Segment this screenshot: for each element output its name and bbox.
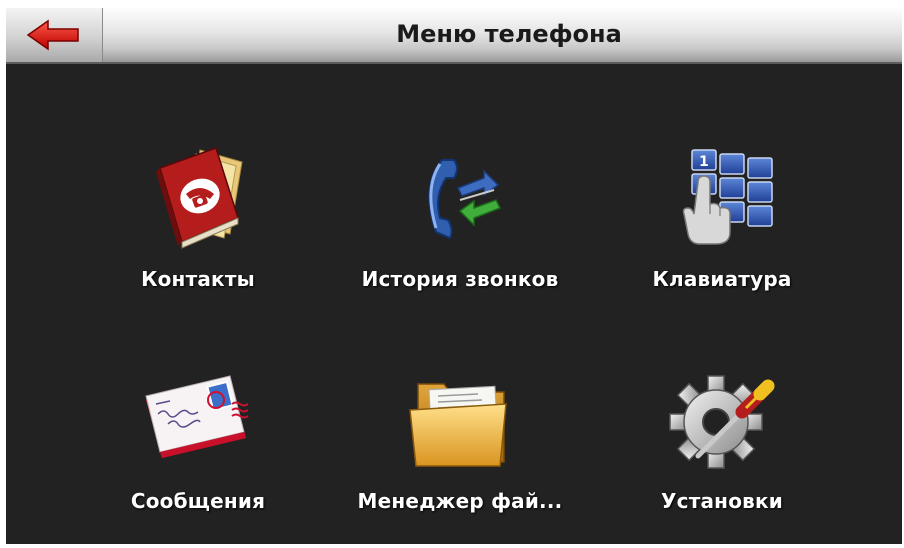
page-title: Меню телефона <box>396 20 622 48</box>
menu-item-file-manager[interactable]: Менеджер фай... <box>350 364 570 544</box>
menu-item-messages[interactable]: Сообщения <box>88 364 308 544</box>
gear-screwdriver-icon <box>662 364 782 474</box>
folder-icon <box>400 364 520 474</box>
menu-label-messages: Сообщения <box>130 489 266 513</box>
call-history-icon <box>400 142 520 252</box>
address-book-icon <box>138 142 258 252</box>
menu-item-keypad[interactable]: 1 Клавиатура <box>612 142 832 342</box>
menu-label-settings: Установки <box>661 489 783 513</box>
menu-label-file-manager: Менеджер фай... <box>357 489 563 513</box>
envelope-icon <box>138 364 258 474</box>
menu-label-keypad: Клавиатура <box>652 267 792 291</box>
svg-text:1: 1 <box>699 154 709 170</box>
keypad-icon: 1 <box>662 142 782 252</box>
menu-item-settings[interactable]: Установки <box>612 364 832 544</box>
menu-label-call-history: История звонков <box>361 267 559 291</box>
phone-menu-screen: Меню телефона Контакты История звонков 1… <box>6 8 902 544</box>
title-bar: Меню телефона <box>6 8 902 64</box>
menu-label-contacts: Контакты <box>141 267 255 291</box>
menu-item-call-history[interactable]: История звонков <box>350 142 570 342</box>
left-arrow-icon <box>26 19 79 51</box>
back-button[interactable] <box>6 8 103 62</box>
menu-item-contacts[interactable]: Контакты <box>88 142 308 342</box>
